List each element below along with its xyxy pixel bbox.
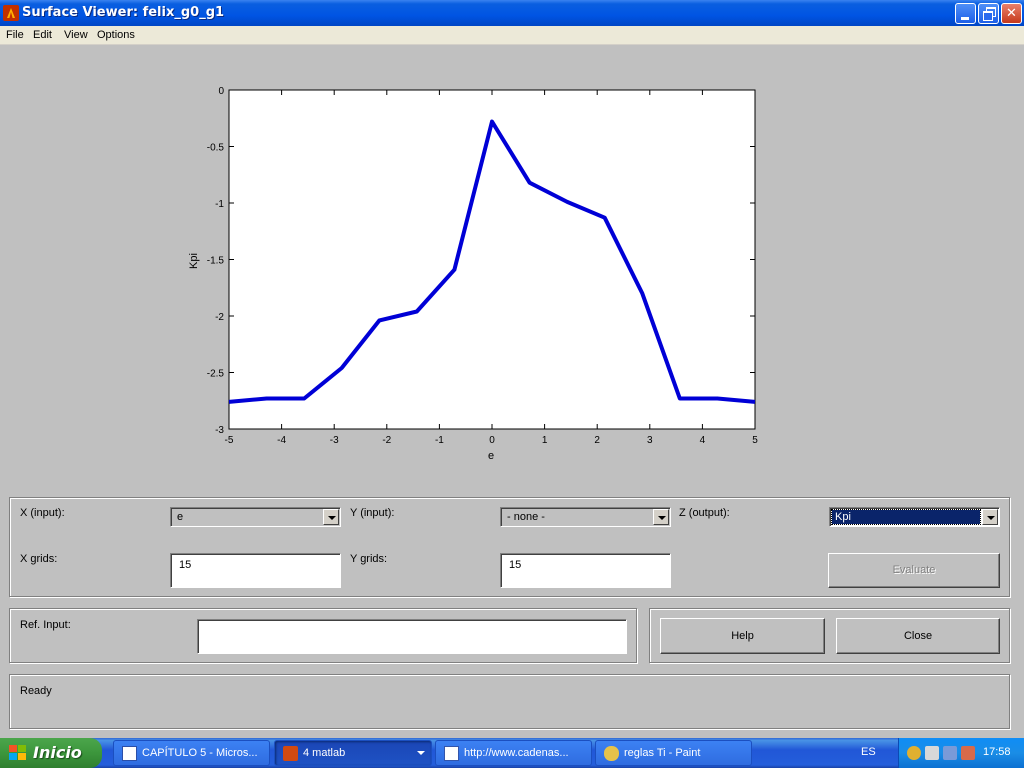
x-tick-label: -5 bbox=[225, 435, 234, 446]
variables-panel: X (input): e Y (input): - none - Z (outp… bbox=[9, 497, 1010, 597]
title-bar[interactable]: Surface Viewer: felix_g0_g1 ✕ bbox=[0, 0, 1024, 26]
evaluate-button[interactable]: Evaluate bbox=[828, 553, 1000, 588]
maximize-button[interactable] bbox=[978, 3, 999, 24]
x-tick-label: 1 bbox=[542, 435, 548, 446]
help-button[interactable]: Help bbox=[660, 618, 825, 654]
system-tray: 17:58 bbox=[898, 738, 1024, 768]
y-input-label: Y (input): bbox=[350, 507, 395, 519]
task-label: reglas Ti - Paint bbox=[624, 747, 701, 759]
task-browser[interactable]: http://www.cadenas... bbox=[435, 740, 592, 766]
task-label: CAPÍTULO 5 - Micros... bbox=[142, 747, 258, 759]
y-input-select[interactable]: - none - bbox=[500, 507, 671, 527]
clock: 17:58 bbox=[983, 746, 1011, 758]
ref-input-panel: Ref. Input: bbox=[9, 608, 637, 663]
task-word[interactable]: CAPÍTULO 5 - Micros... bbox=[113, 740, 270, 766]
task-label: http://www.cadenas... bbox=[464, 747, 569, 759]
status-text: Ready bbox=[20, 685, 52, 697]
network-icon[interactable] bbox=[943, 746, 957, 760]
x-input-select[interactable]: e bbox=[170, 507, 341, 527]
ref-input-label: Ref. Input: bbox=[20, 619, 71, 631]
language-indicator[interactable]: ES bbox=[861, 746, 876, 758]
menu-options[interactable]: Options bbox=[97, 29, 135, 41]
window-title: Surface Viewer: felix_g0_g1 bbox=[22, 5, 225, 20]
surface-plot: -5 -4 -3 -2 -1 0 1 2 3 4 5 0 -0.5 -1 -1.5 -2 -2.5 -3 e Kp… bbox=[188, 86, 758, 462]
y-tick-label: -0.5 bbox=[207, 143, 225, 154]
x-input-label: X (input): bbox=[20, 507, 65, 519]
matlab-icon bbox=[283, 746, 298, 761]
minimize-button[interactable] bbox=[955, 3, 976, 24]
status-panel: Ready bbox=[9, 674, 1010, 729]
taskbar: Inicio CAPÍTULO 5 - Micros... 4 matlab h… bbox=[0, 738, 1024, 768]
speaker-icon[interactable] bbox=[925, 746, 939, 760]
x-tick-label: 2 bbox=[594, 435, 600, 446]
chevron-down-icon[interactable] bbox=[323, 509, 339, 525]
x-tick-label: 0 bbox=[489, 435, 495, 446]
y-tick-label: -1.5 bbox=[207, 256, 225, 267]
menu-file[interactable]: File bbox=[6, 29, 24, 41]
chevron-down-icon bbox=[417, 751, 425, 755]
chevron-down-icon[interactable] bbox=[982, 509, 998, 525]
x-input-value: e bbox=[177, 511, 184, 523]
x-tick-label: 5 bbox=[752, 435, 758, 446]
chevron-down-icon[interactable] bbox=[653, 509, 669, 525]
y-tick-label: -2.5 bbox=[207, 369, 225, 380]
close-window-button[interactable]: ✕ bbox=[1001, 3, 1022, 24]
x-tick-label: -4 bbox=[277, 435, 286, 446]
menu-view[interactable]: View bbox=[64, 29, 88, 41]
x-tick-label: -3 bbox=[330, 435, 339, 446]
z-output-select[interactable]: Kpi bbox=[829, 507, 1000, 527]
x-tick-label: 4 bbox=[700, 435, 706, 446]
x-grids-label: X grids: bbox=[20, 553, 58, 565]
browser-icon bbox=[444, 746, 459, 761]
y-input-value: - none - bbox=[507, 511, 545, 523]
menu-edit[interactable]: Edit bbox=[33, 29, 52, 41]
paint-icon bbox=[604, 746, 619, 761]
x-tick-label: 3 bbox=[647, 435, 653, 446]
start-label: Inicio bbox=[33, 743, 82, 762]
task-paint[interactable]: reglas Ti - Paint bbox=[595, 740, 752, 766]
z-output-label: Z (output): bbox=[679, 507, 730, 519]
x-tick-label: -1 bbox=[435, 435, 444, 446]
task-label: 4 matlab bbox=[303, 747, 346, 759]
y-tick-label: -1 bbox=[215, 199, 224, 210]
users-icon[interactable] bbox=[961, 746, 975, 760]
windows-flag-icon bbox=[9, 745, 27, 761]
task-matlab[interactable]: 4 matlab bbox=[274, 740, 432, 766]
y-tick-label: -2 bbox=[215, 312, 224, 323]
x-axis-label: e bbox=[488, 450, 494, 462]
globe-icon[interactable] bbox=[907, 746, 921, 760]
y-tick-label: 0 bbox=[218, 86, 224, 97]
plot-area bbox=[228, 89, 756, 430]
y-tick-label: -3 bbox=[215, 425, 224, 436]
x-grids-input[interactable]: 15 bbox=[170, 553, 341, 588]
action-panel: Help Close bbox=[649, 608, 1010, 663]
ref-input-field[interactable] bbox=[197, 619, 627, 654]
y-grids-input[interactable]: 15 bbox=[500, 553, 671, 588]
matlab-icon bbox=[3, 5, 19, 21]
y-grids-label: Y grids: bbox=[350, 553, 388, 565]
start-button[interactable]: Inicio bbox=[0, 738, 102, 768]
menu-bar: File Edit View Options bbox=[0, 26, 1024, 45]
z-output-value: Kpi bbox=[831, 509, 981, 525]
word-icon bbox=[122, 746, 137, 761]
close-button[interactable]: Close bbox=[836, 618, 1000, 654]
x-tick-label: -2 bbox=[382, 435, 391, 446]
y-axis-label: Kpi bbox=[188, 253, 200, 269]
